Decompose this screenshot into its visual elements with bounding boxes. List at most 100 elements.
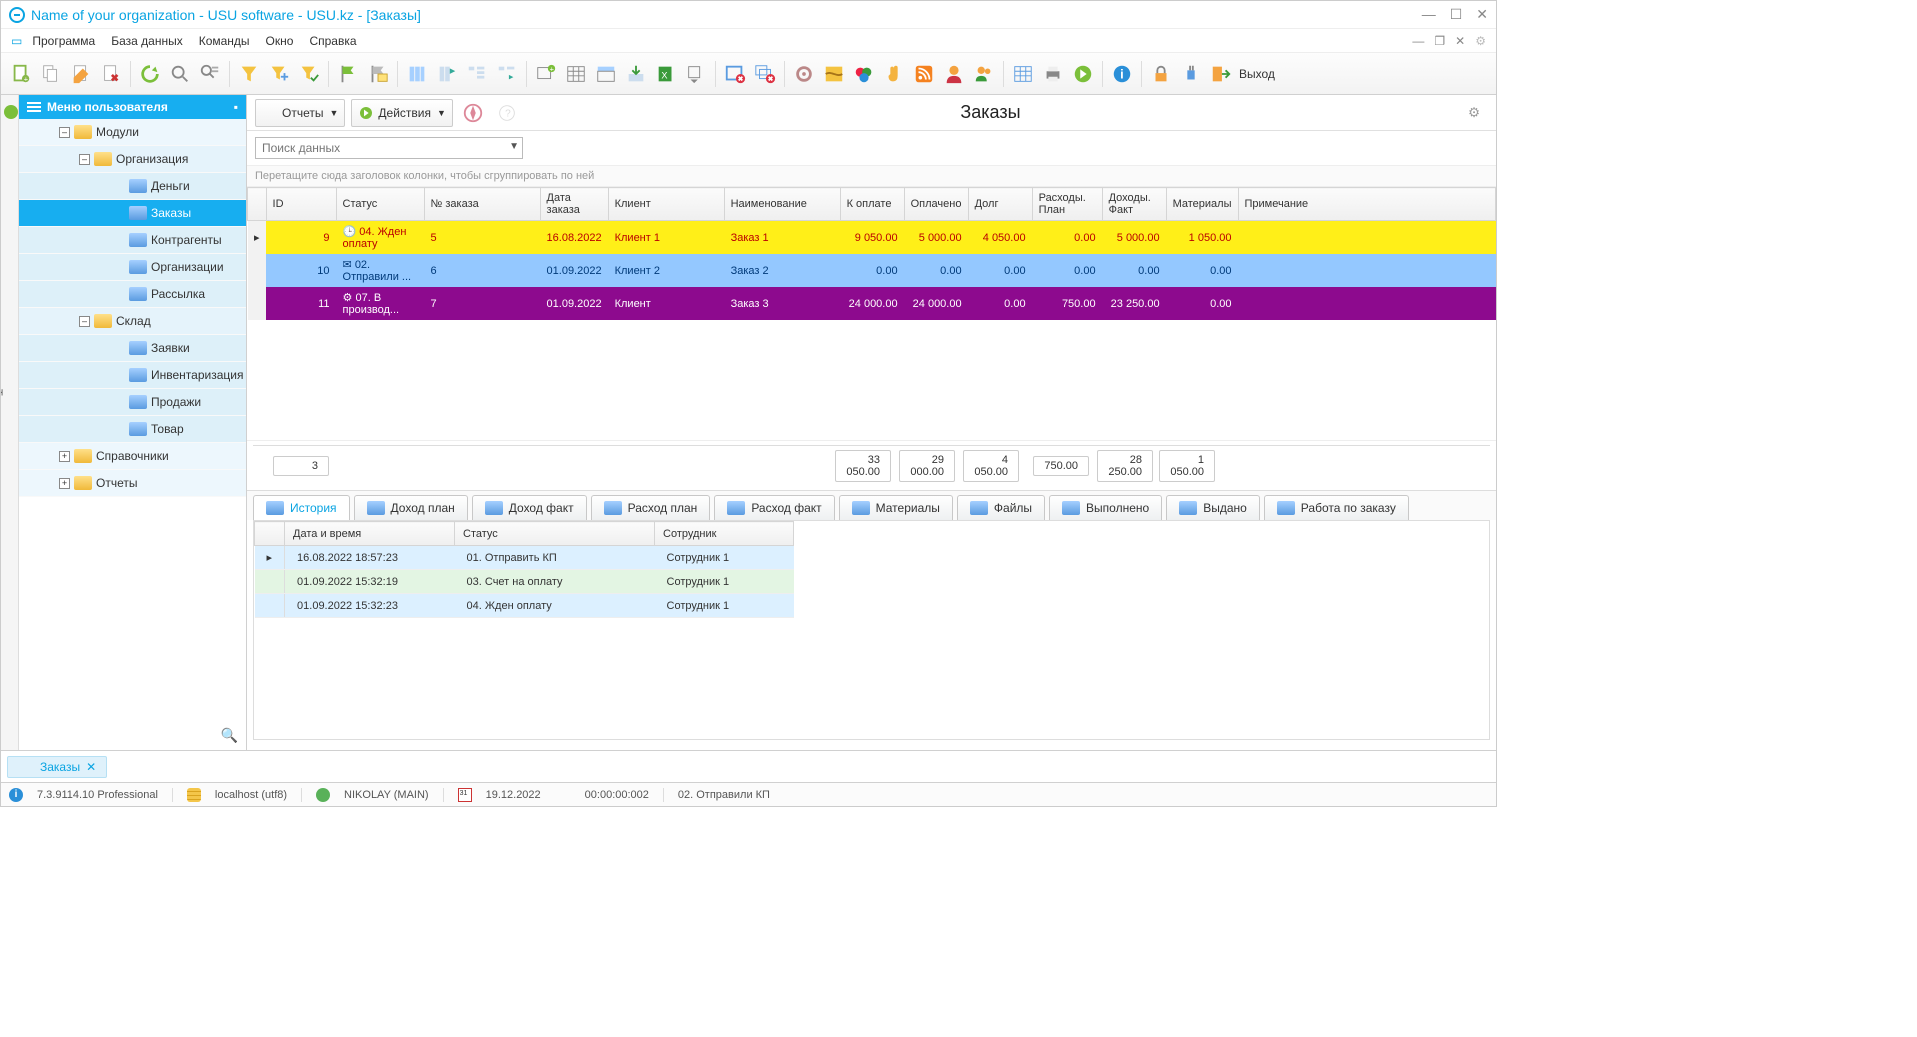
maximize-button[interactable]: ☐ <box>1450 6 1463 23</box>
tree-directories[interactable]: +Справочники <box>19 443 246 470</box>
tab-work[interactable]: Работа по заказу <box>1264 495 1409 520</box>
tool-edit-icon[interactable] <box>67 60 95 88</box>
minimize-button[interactable]: — <box>1422 6 1436 23</box>
tool-table-header-icon[interactable] <box>592 60 620 88</box>
col-note[interactable]: Примечание <box>1238 188 1496 221</box>
tool-filter-add-icon[interactable] <box>265 60 293 88</box>
tree-modules[interactable]: –Модули <box>19 119 246 146</box>
col-name[interactable]: Наименование <box>724 188 840 221</box>
actions-button[interactable]: Действия▼ <box>351 99 453 127</box>
table-row[interactable]: 11 ⚙ 07. В производ... 7 01.09.2022 Клие… <box>248 287 1496 320</box>
menu-edit-icon[interactable]: ▭ <box>11 34 22 48</box>
tool-columns-icon[interactable] <box>403 60 431 88</box>
tool-column-add-icon[interactable]: ▸ <box>433 60 461 88</box>
tool-color-icon[interactable] <box>850 60 878 88</box>
tool-window-del-icon[interactable] <box>721 60 749 88</box>
menu-window[interactable]: Окно <box>260 32 300 50</box>
history-row[interactable]: 01.09.2022 15:32:2304. Жден оплатуСотруд… <box>255 594 794 618</box>
tool-rss-icon[interactable] <box>910 60 938 88</box>
tree-sales[interactable]: Продажи <box>19 389 246 416</box>
collapse-icon[interactable]: – <box>59 127 70 138</box>
tool-export-drop-icon[interactable] <box>682 60 710 88</box>
orders-table[interactable]: ID Статус № заказа Дата заказа Клиент На… <box>247 187 1496 320</box>
tool-user-icon[interactable] <box>940 60 968 88</box>
tab-done[interactable]: Выполнено <box>1049 495 1162 520</box>
collapse-icon[interactable]: – <box>79 316 90 327</box>
menu-help[interactable]: Справка <box>303 32 362 50</box>
search-input[interactable] <box>255 137 523 159</box>
col-mat[interactable]: Материалы <box>1166 188 1238 221</box>
tab-income-fact[interactable]: Доход факт <box>472 495 587 520</box>
child-minimize-button[interactable]: — <box>1412 34 1424 48</box>
tree-organizations[interactable]: Организации <box>19 254 246 281</box>
task-close-icon[interactable]: ✕ <box>86 760 96 774</box>
tool-table-add-icon[interactable]: + <box>532 60 560 88</box>
menu-program[interactable]: Программа <box>26 32 101 50</box>
tool-flag-icon[interactable] <box>334 60 362 88</box>
tree-orders[interactable]: Заказы <box>19 200 246 227</box>
tab-issued[interactable]: Выдано <box>1166 495 1260 520</box>
tool-plug-icon[interactable] <box>1177 60 1205 88</box>
tree-requests[interactable]: Заявки <box>19 335 246 362</box>
tool-search-icon[interactable] <box>166 60 194 88</box>
col-status[interactable]: Статус <box>336 188 424 221</box>
col-client[interactable]: Клиент <box>608 188 724 221</box>
tool-windows-del-icon[interactable] <box>751 60 779 88</box>
expand-icon[interactable]: + <box>59 478 70 489</box>
tree-money[interactable]: Деньги <box>19 173 246 200</box>
tab-expense-fact[interactable]: Расход факт <box>714 495 834 520</box>
history-row[interactable]: ▸16.08.2022 18:57:2301. Отправить КПСотр… <box>255 546 794 570</box>
history-table[interactable]: Дата и время Статус Сотрудник ▸16.08.202… <box>253 520 1490 740</box>
tree-goods[interactable]: Товар <box>19 416 246 443</box>
tool-tree-expand-icon[interactable]: ▸ <box>493 60 521 88</box>
col-debt[interactable]: Долг <box>968 188 1032 221</box>
tool-exit-icon[interactable] <box>1207 60 1235 88</box>
panel-settings-icon[interactable]: ⚙ <box>1460 99 1488 127</box>
history-row[interactable]: 01.09.2022 15:32:1903. Счет на оплатуСот… <box>255 570 794 594</box>
tool-hand-icon[interactable] <box>880 60 908 88</box>
tree-counterparties[interactable]: Контрагенты <box>19 227 246 254</box>
tree-warehouse[interactable]: –Склад <box>19 308 246 335</box>
tab-history[interactable]: История <box>253 495 350 520</box>
col-id[interactable]: ID <box>266 188 336 221</box>
help-small-icon[interactable]: ? <box>493 99 521 127</box>
col-exp[interactable]: Расходы. План <box>1032 188 1102 221</box>
tab-materials[interactable]: Материалы <box>839 495 953 520</box>
child-close-button[interactable]: ✕ <box>1455 34 1465 48</box>
tree-reports[interactable]: +Отчеты <box>19 470 246 497</box>
tool-flag-note-icon[interactable] <box>364 60 392 88</box>
tool-filter-icon[interactable] <box>235 60 263 88</box>
tool-new-icon[interactable]: + <box>7 60 35 88</box>
tool-table-icon[interactable] <box>562 60 590 88</box>
menu-database[interactable]: База данных <box>105 32 188 50</box>
col-num[interactable]: № заказа <box>424 188 540 221</box>
reports-button[interactable]: Отчеты▼ <box>255 99 345 127</box>
collapse-icon[interactable]: – <box>79 154 90 165</box>
tool-gear-icon[interactable] <box>790 60 818 88</box>
tool-next-icon[interactable] <box>1069 60 1097 88</box>
tool-users-icon[interactable] <box>970 60 998 88</box>
tool-tree-icon[interactable] <box>463 60 491 88</box>
tool-refresh-icon[interactable] <box>136 60 164 88</box>
tree-mailing[interactable]: Рассылка <box>19 281 246 308</box>
tree-organization[interactable]: –Организация <box>19 146 246 173</box>
tool-search-list-icon[interactable] <box>196 60 224 88</box>
table-row[interactable]: 10 ✉ 02. Отправили ... 6 01.09.2022 Клие… <box>248 254 1496 287</box>
tool-copy-icon[interactable] <box>37 60 65 88</box>
col-date[interactable]: Дата заказа <box>540 188 608 221</box>
tool-filter-ok-icon[interactable] <box>295 60 323 88</box>
col-paid[interactable]: Оплачено <box>904 188 968 221</box>
close-button[interactable]: ✕ <box>1476 6 1488 23</box>
tree-inventory[interactable]: Инвентаризация <box>19 362 246 389</box>
tool-export-excel-icon[interactable]: X <box>652 60 680 88</box>
support-side-tab[interactable]: Техподдержка <box>1 95 19 750</box>
tool-map-icon[interactable] <box>820 60 848 88</box>
tool-import-icon[interactable] <box>622 60 650 88</box>
tool-print-icon[interactable] <box>1039 60 1067 88</box>
tool-info-icon[interactable]: i <box>1108 60 1136 88</box>
tab-files[interactable]: Файлы <box>957 495 1045 520</box>
compass-icon[interactable] <box>459 99 487 127</box>
tool-grid-icon[interactable] <box>1009 60 1037 88</box>
col-inc[interactable]: Доходы. Факт <box>1102 188 1166 221</box>
tab-expense-plan[interactable]: Расход план <box>591 495 711 520</box>
